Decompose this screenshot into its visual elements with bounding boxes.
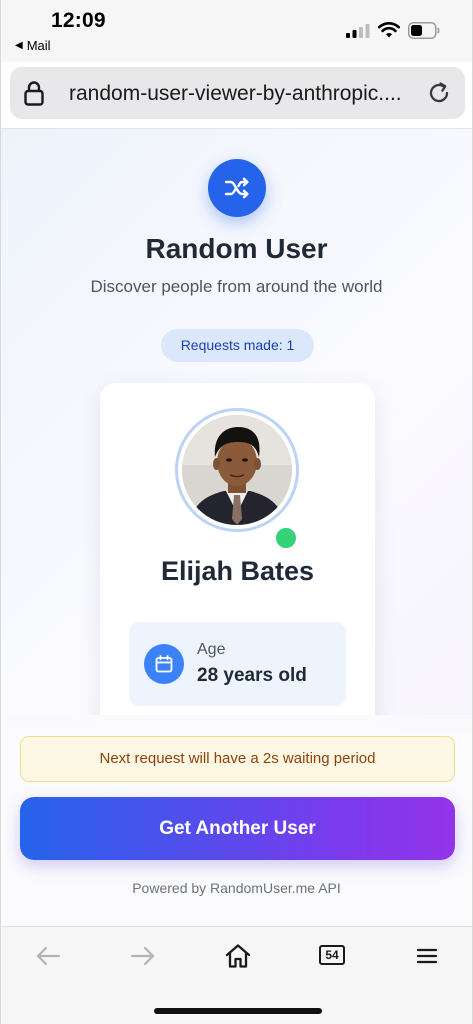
url-text[interactable]: random-user-viewer-by-anthropic.... (69, 82, 414, 106)
browser-toolbar: 54 (1, 926, 472, 1024)
powered-by-footer: Powered by RandomUser.me API (132, 880, 341, 896)
user-portrait-image (182, 415, 292, 525)
tabs-icon[interactable]: 54 (319, 945, 345, 965)
wifi-icon (378, 22, 400, 38)
reload-icon[interactable] (427, 81, 451, 105)
avatar-ring (175, 408, 299, 532)
forward-arrow-icon[interactable] (128, 941, 158, 971)
avatar (182, 415, 292, 525)
back-to-mail-link[interactable]: ◀ Mail (15, 38, 51, 53)
requests-counter-badge: Requests made: 1 (161, 329, 314, 362)
shuffle-icon (224, 177, 249, 199)
age-value: 28 years old (197, 665, 307, 686)
status-bar: 12:09 ◀ Mail (1, 0, 472, 62)
back-arrow-icon[interactable] (33, 941, 63, 971)
back-app-label: Mail (26, 38, 51, 53)
home-icon[interactable] (223, 941, 253, 971)
lock-icon (24, 81, 44, 106)
page-subtitle: Discover people from around the world (90, 277, 383, 296)
age-info-box: Age 28 years old (129, 622, 346, 706)
calendar-icon (144, 644, 184, 684)
home-indicator[interactable] (154, 1008, 322, 1014)
online-status-dot (273, 525, 299, 551)
signal-icon (346, 24, 370, 38)
get-another-user-button[interactable]: Get Another User (20, 797, 455, 860)
status-time: 12:09 (51, 9, 106, 32)
age-label: Age (197, 641, 226, 658)
phone-screen: 12:09 ◀ Mail random-user-viewer-by-anthr (0, 0, 473, 1024)
user-card: Elijah Bates Age 28 years old (100, 383, 375, 743)
web-page: Random User Discover people from around … (1, 128, 472, 926)
rate-limit-notice: Next request will have a 2s waiting peri… (20, 736, 455, 782)
battery-icon (408, 22, 440, 39)
back-triangle-icon: ◀ (15, 40, 23, 51)
user-name: Elijah Bates (160, 556, 315, 586)
page-title: Random User (145, 233, 328, 264)
address-bar[interactable]: random-user-viewer-by-anthropic.... (10, 67, 465, 119)
shuffle-logo (208, 159, 266, 217)
menu-icon[interactable] (412, 941, 442, 971)
